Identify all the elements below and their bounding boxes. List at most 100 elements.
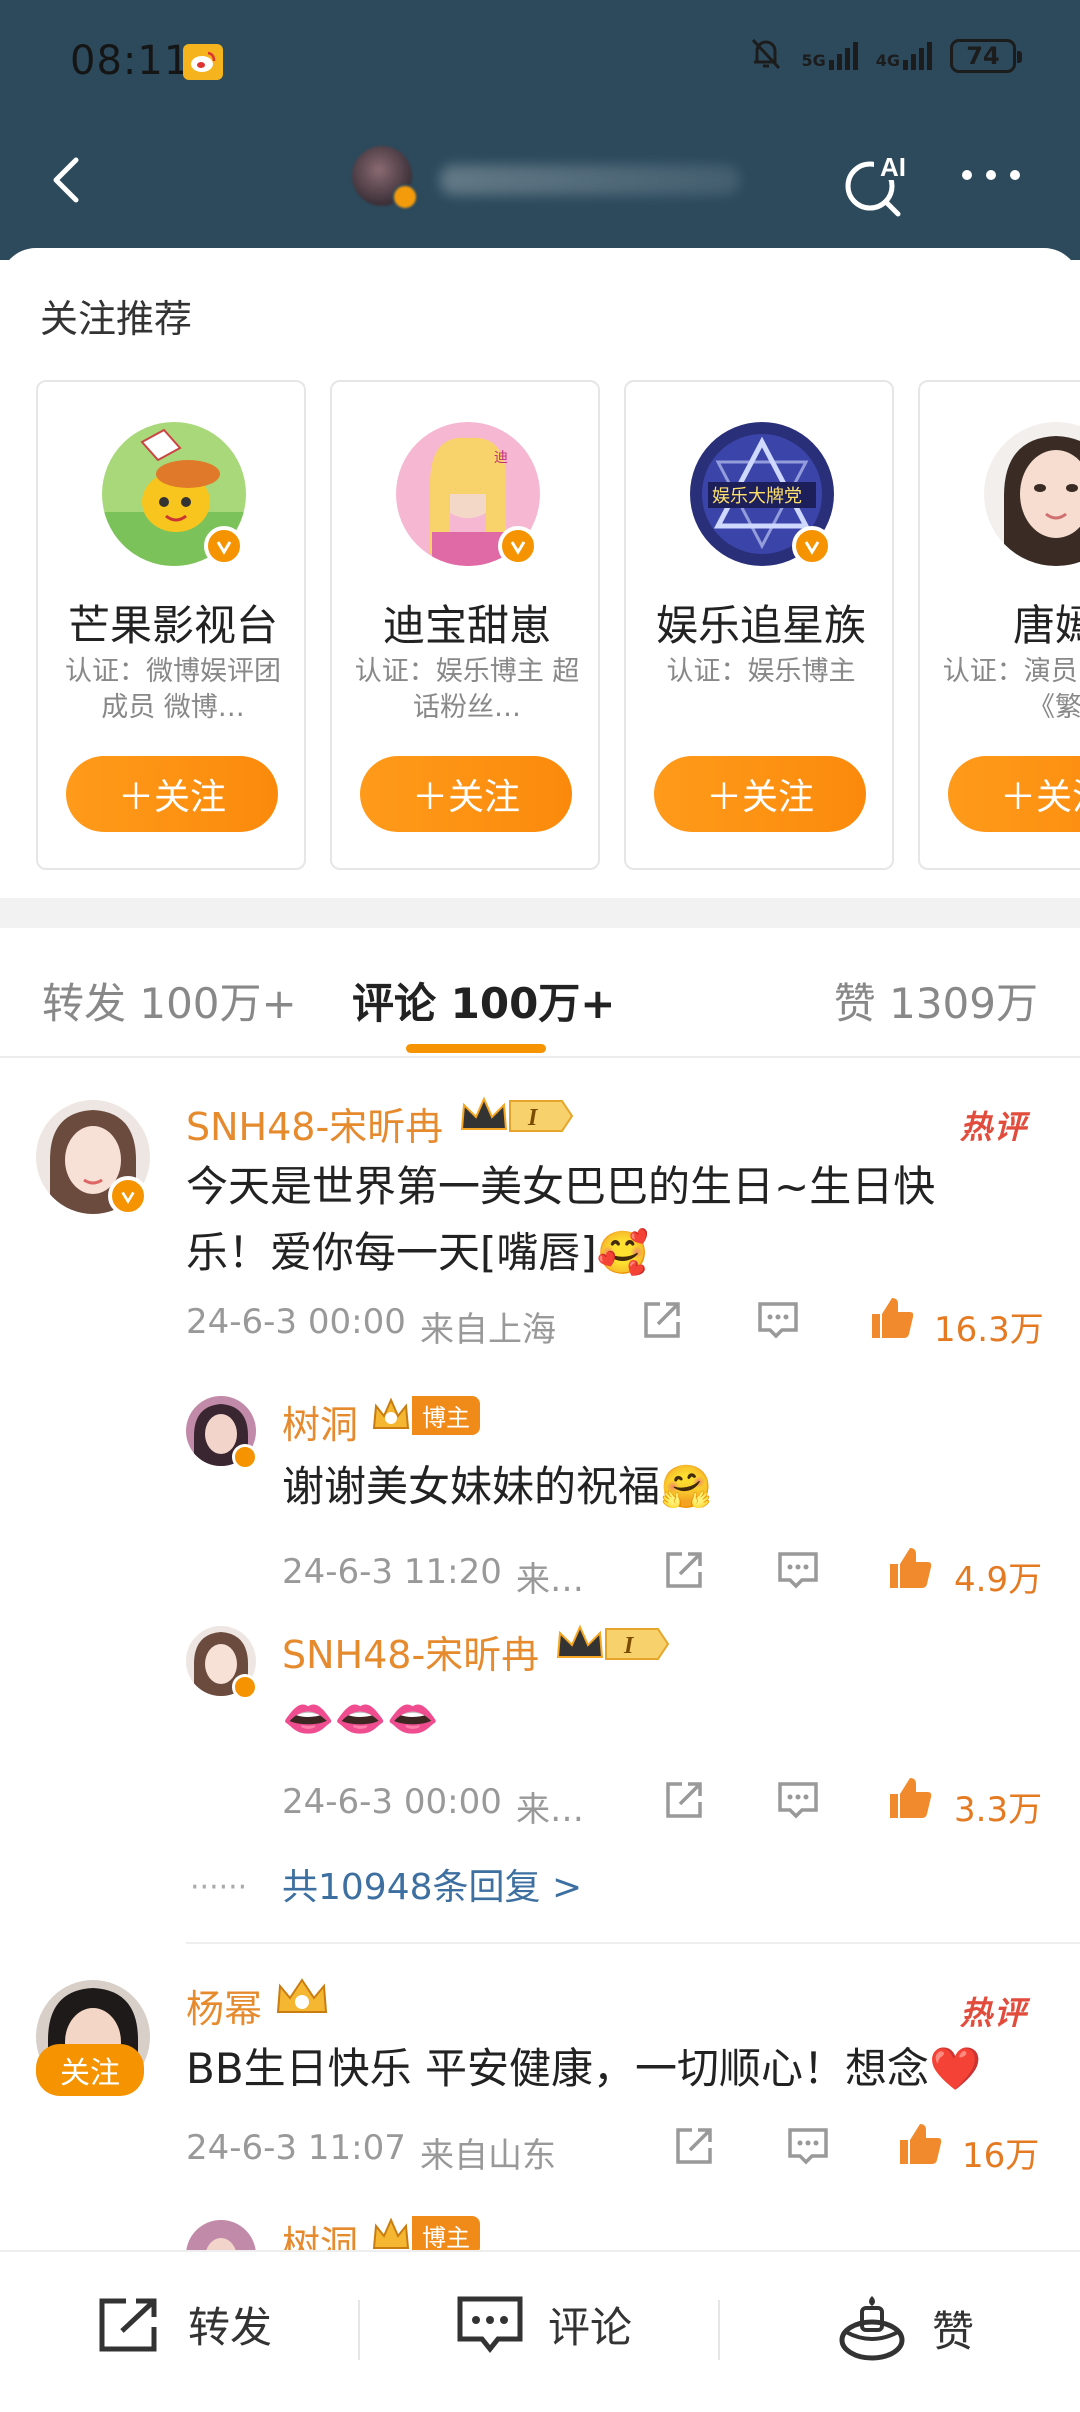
comment-icon [457, 2296, 523, 2353]
like-count: 4.9万 [954, 1560, 1043, 1600]
avatar[interactable] [186, 2220, 256, 2250]
recommend-card[interactable]: 芒果影视台 认证：微博娱评团成员 微博… ＋关注 [36, 380, 306, 870]
comment-text: 今天是世界第一美女巴巴的生日~生日快乐！爱你每一天[嘴唇]🥰 [186, 1162, 936, 1277]
recommend-card[interactable]: 娱乐大牌党 娱乐追星族 认证：娱乐博主 ＋关注 [624, 380, 894, 870]
comment-location: 来自山东 [420, 2136, 556, 2176]
svg-text:迪: 迪 [494, 450, 508, 466]
tab-repost[interactable]: 转发 100万+ [42, 970, 297, 1031]
blogger-badge: 博主 [370, 1395, 480, 1435]
weibo-notification-icon [183, 44, 223, 80]
back-button[interactable] [38, 150, 98, 210]
follow-button[interactable]: ＋关注 [360, 756, 572, 832]
reply-location: 来… [516, 1560, 584, 1600]
recommend-name: 迪宝甜崽 [382, 601, 551, 650]
reply-icon[interactable] [756, 1298, 800, 1346]
author-avatar[interactable] [352, 146, 418, 210]
battery-level: 74 [966, 42, 1000, 70]
network-2-label: 4G [875, 51, 900, 70]
reply-icon[interactable] [776, 1548, 820, 1596]
blogger-badge: 博主 [370, 2215, 480, 2250]
reply-time: 24-6-3 11:20 [282, 1552, 502, 1592]
status-time: 08:11 [70, 38, 191, 84]
recommend-card[interactable]: 迪 迪宝甜崽 认证：娱乐博主 超话粉丝… ＋关注 [330, 380, 600, 870]
comment-text: BB生日快乐 平安健康，一切顺心！想念❤️ [186, 2044, 982, 2093]
ai-label: AI [880, 152, 906, 182]
tab-like[interactable]: 赞 1309万 [834, 970, 1038, 1031]
reply-icon[interactable] [786, 2124, 830, 2172]
follow-button[interactable]: ＋关注 [66, 756, 278, 832]
verified-badge-icon [204, 526, 244, 566]
view-more-replies-link[interactable]: 共10948条回复 > [282, 1858, 582, 1910]
like-count: 16.3万 [934, 1310, 1044, 1350]
chevron-left-icon [53, 157, 79, 203]
verified-badge-icon [232, 1674, 258, 1700]
like-count: 16万 [962, 2136, 1040, 2176]
verified-badge-icon [108, 1176, 148, 1216]
repost-button[interactable]: 转发 [96, 2294, 272, 2355]
top-header: 08:11 5G 4G 74 AI [0, 0, 1080, 260]
recommend-name: 芒果影视台 [67, 601, 278, 650]
signal-4g-icon: 4G [876, 42, 932, 70]
reply-username[interactable]: SNH48-宋昕冉 [282, 1624, 539, 1679]
interaction-tabs: 转发 100万+ 评论 100万+ 赞 1309万 [0, 928, 1080, 1058]
comment-username[interactable]: 杨幂 [186, 1978, 262, 2033]
network-1-label: 5G [801, 51, 826, 70]
reply-text: 谢谢美女妹妹的祝福🤗 [282, 1462, 713, 1511]
like-count: 3.3万 [954, 1790, 1043, 1830]
recommend-name: 唐嫣 [1012, 601, 1080, 650]
ai-search-button[interactable]: AI [838, 142, 918, 222]
more-button[interactable] [962, 170, 1020, 180]
tab-comment[interactable]: 评论 100万+ [352, 970, 616, 1031]
recommend-card[interactable]: 唐嫣 认证：演员 代表作《繁 ＋关注 [918, 380, 1080, 870]
member-crown-icon: I [554, 1624, 670, 1664]
section-divider [0, 898, 1080, 928]
reply-text: 👄👄👄 [282, 1694, 439, 1743]
recommend-desc: 认证：娱乐博主 超话粉丝… [354, 656, 580, 723]
recommend-desc: 认证：娱乐博主 [666, 656, 856, 687]
verified-badge-icon [792, 526, 832, 566]
comment-time: 24-6-3 00:00 [186, 1302, 406, 1342]
like-thumb-icon[interactable] [886, 1544, 934, 1596]
reply-username[interactable]: 树洞 [282, 1394, 358, 1449]
like-label: 赞 [932, 2306, 975, 2356]
follow-tag-button[interactable]: 关注 [36, 2044, 144, 2096]
bottom-separator [358, 2300, 360, 2360]
comment-time: 24-6-3 11:07 [186, 2128, 406, 2168]
comment-username[interactable]: SNH48-宋昕冉 [186, 1096, 443, 1151]
comment-item: 关注 杨幂 热评 BB生日快乐 平安健康，一切顺心！想念❤️ 24-6-3 11… [0, 1944, 1080, 2250]
like-thumb-icon[interactable] [886, 1774, 934, 1826]
hot-comment-badge: 热评 [960, 1108, 1029, 1146]
author-name-blurred[interactable] [440, 165, 740, 195]
like-button[interactable]: 赞 [836, 2294, 974, 2362]
share-icon[interactable] [662, 1548, 706, 1596]
recommend-desc: 认证：演员 代表作《繁 [942, 656, 1080, 723]
share-icon[interactable] [662, 1778, 706, 1826]
comment-button[interactable]: 评论 [456, 2294, 632, 2355]
like-thumb-icon[interactable] [868, 1294, 916, 1346]
reply-username[interactable]: 树洞 [282, 2214, 358, 2250]
verified-badge-icon [232, 1444, 258, 1470]
bottom-separator [718, 2300, 720, 2360]
like-thumb-icon[interactable] [896, 2120, 944, 2172]
recommend-avatar [984, 422, 1080, 566]
replies-dots: ······ [190, 1870, 248, 1905]
signal-5g-icon: 5G [801, 42, 858, 70]
status-icons: 5G 4G 74 [749, 36, 1022, 76]
like-cake-icon [839, 2296, 905, 2361]
share-icon[interactable] [640, 1298, 684, 1346]
follow-button[interactable]: ＋关注 [654, 756, 866, 832]
member-level: I [623, 1633, 635, 1659]
verified-badge-icon [392, 184, 418, 210]
recommend-card-list: 芒果影视台 认证：微博娱评团成员 微博… ＋关注 迪 迪宝甜崽 认证：娱乐博主 … [36, 380, 1080, 870]
follow-button[interactable]: ＋关注 [948, 756, 1080, 832]
reply-location: 来… [516, 1790, 584, 1830]
status-bar: 08:11 5G 4G 74 [0, 0, 1080, 120]
follow-recommendations: 关注推荐 芒果影视台 认证：微博娱评团成员 微博… ＋关注 迪 迪宝甜崽 认证：… [0, 248, 1080, 898]
battery-icon: 74 [950, 39, 1022, 73]
blogger-badge-label: 博主 [412, 2215, 480, 2250]
mute-bell-icon [749, 36, 783, 76]
nav-bar: AI [0, 120, 1080, 240]
recommend-desc: 认证：微博娱评团成员 微博… [65, 656, 281, 723]
share-icon[interactable] [672, 2124, 716, 2172]
reply-icon[interactable] [776, 1778, 820, 1826]
